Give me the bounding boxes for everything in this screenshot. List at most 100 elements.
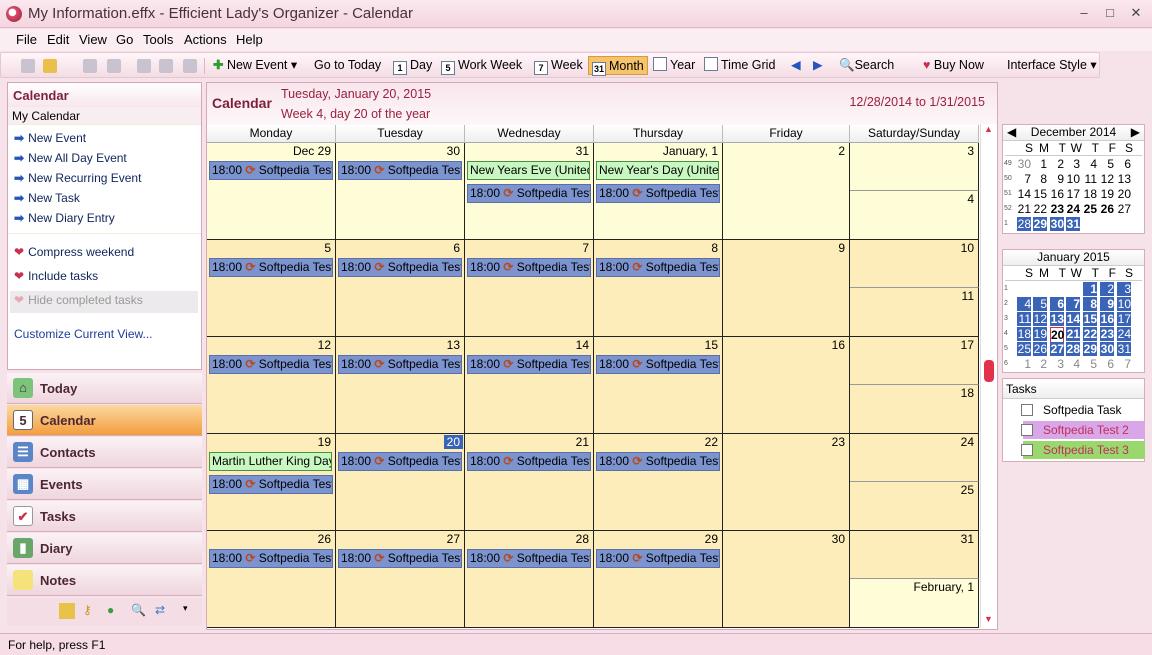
day-cell[interactable]: 18	[850, 385, 979, 434]
day-cell[interactable]: 12 18:00 ⟳ Softpedia Test	[207, 337, 336, 434]
search-icon[interactable]: 🔍	[131, 603, 147, 619]
mini-day[interactable]: 24	[1066, 202, 1080, 216]
mini-day[interactable]: 9	[1100, 297, 1114, 311]
month-view-button[interactable]: 31 Month	[588, 56, 648, 76]
day-cell[interactable]: 9	[723, 240, 850, 337]
day-cell[interactable]: 22 18:00 ⟳ Softpedia Test	[594, 434, 723, 531]
work-week-button[interactable]: 5 Work Week	[441, 56, 522, 75]
mini-day[interactable]: 14	[1066, 312, 1080, 326]
search-button[interactable]: 🔍Search	[839, 56, 894, 75]
mini-day[interactable]: 14	[1017, 187, 1031, 201]
mini-day[interactable]: 1	[1033, 157, 1047, 171]
event-item[interactable]: 18:00 ⟳ Softpedia Test	[596, 549, 720, 568]
paste-icon[interactable]	[183, 59, 197, 73]
mini-day[interactable]: 8	[1033, 172, 1047, 186]
event-item[interactable]: 18:00 ⟳ Softpedia Test	[338, 258, 462, 277]
nav-events[interactable]: ▦ Events	[7, 469, 202, 500]
day-view-button[interactable]: 1 Day	[393, 56, 432, 75]
mini-day[interactable]: 16	[1050, 187, 1064, 201]
mini-day[interactable]: 4	[1017, 297, 1031, 311]
day-cell[interactable]: 16	[723, 337, 850, 434]
globe-icon[interactable]: ●	[107, 603, 123, 619]
year-view-button[interactable]: Year	[653, 56, 695, 75]
mini-day[interactable]: 28	[1066, 342, 1080, 356]
mini-day[interactable]: 19	[1100, 187, 1114, 201]
mini-day[interactable]: 17	[1117, 312, 1131, 326]
event-item[interactable]: 18:00 ⟳ Softpedia Test	[467, 452, 591, 471]
day-cell[interactable]: 30 18:00 ⟳ Softpedia Test	[336, 143, 465, 240]
mini-day[interactable]: 29	[1083, 342, 1097, 356]
next-month-icon[interactable]: ▶	[1131, 125, 1140, 140]
day-cell[interactable]: 31 New Years Eve (United S 18:00 ⟳ Softped…	[465, 143, 594, 240]
mini-day[interactable]: 11	[1017, 312, 1031, 326]
mini-day[interactable]: 20	[1117, 187, 1131, 201]
nav-today[interactable]: ⌂ Today	[7, 373, 202, 404]
event-item[interactable]: 18:00 ⟳ Softpedia Test	[467, 549, 591, 568]
mini-day[interactable]: 1	[1083, 282, 1097, 296]
event-item[interactable]: 18:00 ⟳ Softpedia Test	[209, 258, 333, 277]
day-cell[interactable]: 27 18:00 ⟳ Softpedia Test	[336, 531, 465, 628]
day-cell[interactable]: 24	[850, 434, 979, 482]
scroll-up-icon[interactable]: ▲	[984, 124, 993, 134]
print-icon[interactable]	[83, 59, 97, 73]
day-cell[interactable]: 23	[723, 434, 850, 531]
task-checkbox[interactable]	[1021, 424, 1033, 436]
day-cell[interactable]: 20 18:00 ⟳ Softpedia Test	[336, 434, 465, 531]
mini-day[interactable]: 5	[1100, 157, 1114, 171]
holiday-event[interactable]: Martin Luther King Day (	[209, 452, 332, 471]
new-diary-entry-link[interactable]: ➡ New Diary Entry	[14, 211, 115, 225]
day-cell[interactable]: 15 18:00 ⟳ Softpedia Test	[594, 337, 723, 434]
day-cell[interactable]: February, 1	[850, 579, 979, 628]
event-item[interactable]: 18:00 ⟳ Softpedia Test	[209, 355, 333, 374]
back-arrow-icon[interactable]: ◀	[791, 56, 801, 75]
event-item[interactable]: 18:00 ⟳ Softpedia Test	[338, 549, 462, 568]
compress-weekend-option[interactable]: ❤ Compress weekend	[14, 245, 134, 259]
task-item[interactable]: Softpedia Task	[1021, 401, 1145, 419]
mini-day[interactable]: 26	[1100, 202, 1114, 216]
holiday-event[interactable]: New Year's Day (United	[596, 161, 719, 180]
maximize-button[interactable]: □	[1099, 4, 1121, 22]
cut-icon[interactable]	[137, 59, 151, 73]
mini-day[interactable]: 6	[1100, 357, 1114, 371]
day-cell[interactable]: 29 18:00 ⟳ Softpedia Test	[594, 531, 723, 628]
event-item[interactable]: 18:00 ⟳ Softpedia Test	[596, 258, 720, 277]
new-event-button[interactable]: ✚ New Event ▾	[213, 56, 297, 75]
day-cell[interactable]: 26 18:00 ⟳ Softpedia Test	[207, 531, 336, 628]
event-item[interactable]: 18:00 ⟳ Softpedia Test	[209, 475, 333, 494]
menu-go[interactable]: Go	[116, 32, 133, 47]
mini-day[interactable]: 29	[1033, 217, 1047, 231]
mini-day[interactable]: 28	[1017, 217, 1031, 231]
mini-day[interactable]: 18	[1017, 327, 1031, 341]
scroll-thumb[interactable]	[984, 360, 994, 382]
nav-diary[interactable]: ▮ Diary	[7, 533, 202, 564]
nav-calendar[interactable]: 5 Calendar	[7, 405, 202, 436]
interface-style-button[interactable]: Interface Style ▾	[1007, 56, 1097, 75]
mini-day[interactable]: 15	[1083, 312, 1097, 326]
mini-day[interactable]: 9	[1050, 172, 1064, 186]
nav-tasks[interactable]: ✔ Tasks	[7, 501, 202, 532]
mini-day[interactable]: 31	[1117, 342, 1131, 356]
mini-day[interactable]: 27	[1117, 202, 1131, 216]
mini-day[interactable]: 30	[1050, 217, 1064, 231]
chevron-down-icon[interactable]: ▾	[183, 603, 199, 619]
menu-view[interactable]: View	[79, 32, 107, 47]
mini-day[interactable]: 5	[1033, 297, 1047, 311]
day-cell[interactable]: 17	[850, 337, 979, 385]
mini-day[interactable]: 7	[1017, 172, 1031, 186]
mini-day[interactable]: 1	[1017, 357, 1031, 371]
include-tasks-option[interactable]: ❤ Include tasks	[14, 269, 98, 283]
go-to-today-button[interactable]: Go to Today	[314, 56, 381, 75]
menu-help[interactable]: Help	[236, 32, 263, 47]
event-item[interactable]: 18:00 ⟳ Softpedia Test	[467, 355, 591, 374]
buy-now-button[interactable]: ♥ Buy Now	[923, 56, 984, 75]
day-cell[interactable]: 10	[850, 240, 979, 288]
mini-day[interactable]: 30	[1017, 157, 1031, 171]
mini-day[interactable]: 5	[1083, 357, 1097, 371]
event-item[interactable]: 18:00 ⟳ Softpedia Test	[209, 549, 333, 568]
mini-day[interactable]: 27	[1050, 342, 1064, 356]
mini-day[interactable]: 16	[1100, 312, 1114, 326]
event-item[interactable]: 18:00 ⟳ Softpedia Test	[338, 452, 462, 471]
mini-day[interactable]: 23	[1050, 202, 1064, 216]
task-checkbox[interactable]	[1021, 404, 1033, 416]
mini-day[interactable]: 8	[1083, 297, 1097, 311]
